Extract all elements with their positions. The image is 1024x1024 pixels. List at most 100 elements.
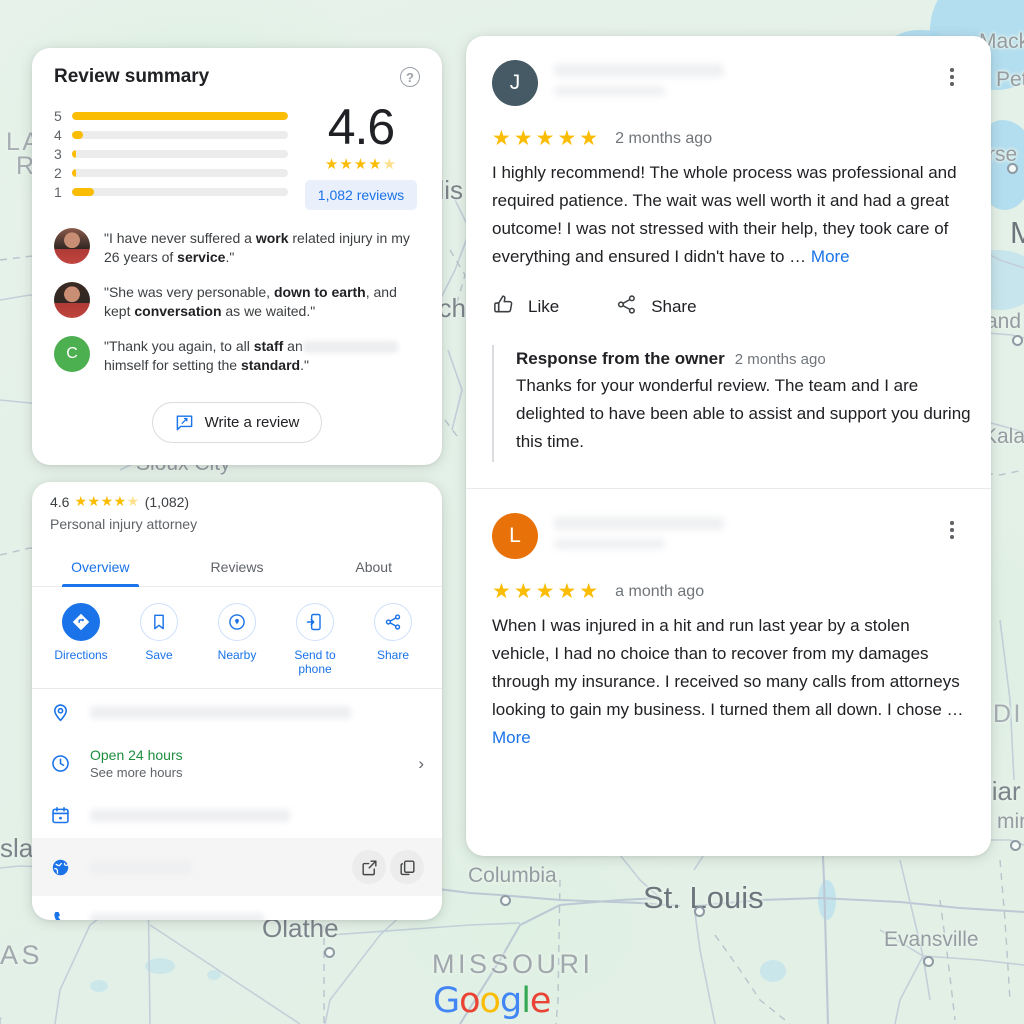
tab-overview[interactable]: Overview <box>32 549 169 587</box>
action-label: Nearby <box>217 648 257 662</box>
info-row-content <box>90 808 424 822</box>
place-category: Personal injury attorney <box>50 516 198 532</box>
owner-response-title: Response from the owner <box>516 349 725 368</box>
rating-bar-track <box>72 187 288 196</box>
rating-bar-fill <box>72 130 83 139</box>
thumbs-up-icon <box>492 293 515 321</box>
chevron-right-icon[interactable]: › <box>418 754 424 774</box>
calendar-icon <box>50 805 72 826</box>
review-action-label: Like <box>528 297 560 316</box>
rating-bar-row: 5 <box>54 106 288 125</box>
phone-row[interactable] <box>32 896 442 920</box>
action-nearby[interactable]: Nearby <box>198 603 276 676</box>
see-more-hours-label[interactable]: See more hours <box>90 765 400 780</box>
action-send-to-phone[interactable]: Send to phone <box>276 603 354 676</box>
review-body: J ★★★★★ 2 months ago I highly recommend! Th… <box>466 36 991 271</box>
redacted-text <box>302 341 398 354</box>
send-to-phone-icon <box>296 603 334 641</box>
write-review-button[interactable]: Write a review <box>151 402 323 443</box>
nearby-icon <box>218 603 256 641</box>
avatar[interactable]: J <box>492 60 538 106</box>
avatar <box>54 282 90 318</box>
owner-response-header: Response from the owner 2 months ago <box>516 349 991 369</box>
row-action-buttons <box>352 850 424 884</box>
overall-score-block: 4.6 ★★★★★ 1,082 reviews <box>302 102 420 210</box>
place-info-card: 4.6 ★★★★★ (1,082) Personal injury attorn… <box>32 482 442 920</box>
review-summary-header: Review summary ? <box>32 48 442 94</box>
tab-about[interactable]: About <box>305 549 442 586</box>
review-snippet[interactable]: "I have never suffered a work related in… <box>54 228 420 267</box>
map-label: M <box>1010 215 1024 250</box>
place-rating-value: 4.6 <box>50 493 70 510</box>
redacted-text <box>554 539 665 549</box>
overall-rating-stars: ★★★★★ <box>324 156 398 173</box>
map-label: Pet <box>996 68 1024 91</box>
rating-bar-row: 1 <box>54 182 288 201</box>
review-timestamp: 2 months ago <box>615 129 713 147</box>
review-snippet[interactable]: C "Thank you again, to all staff an himse… <box>54 336 420 375</box>
reviews-list: J ★★★★★ 2 months ago I highly recommend! Th… <box>466 36 991 752</box>
review-timestamp: a month ago <box>615 582 705 600</box>
rating-bar-label: 1 <box>54 183 62 200</box>
action-label: Save <box>145 648 173 662</box>
action-label: Share <box>376 648 410 662</box>
write-review-icon <box>176 415 192 431</box>
place-rating-stars: ★★★★★ <box>74 493 140 509</box>
rating-bar-track <box>72 130 288 139</box>
rating-bar-fill <box>72 111 288 120</box>
review-more-link[interactable]: More <box>811 247 850 266</box>
map-city-dot <box>324 947 335 958</box>
action-share[interactable]: Share <box>354 603 432 676</box>
help-icon[interactable]: ? <box>400 67 420 87</box>
rating-bar-fill <box>72 187 94 196</box>
map-label: and <box>986 310 1022 333</box>
globe-icon <box>50 857 72 878</box>
avatar[interactable]: L <box>492 513 538 559</box>
info-row-content <box>90 912 424 920</box>
review-more-link[interactable]: More <box>492 728 531 747</box>
review-options-button[interactable] <box>939 60 965 86</box>
map-label: DI <box>993 700 1023 728</box>
map-label: min <box>997 810 1024 833</box>
page-title: Review summary <box>54 66 210 87</box>
reviews-count-link[interactable]: 1,082 reviews <box>304 180 418 210</box>
appointments-row[interactable] <box>32 792 442 838</box>
directions-icon <box>62 603 100 641</box>
copy-website-button[interactable] <box>390 850 424 884</box>
share-icon <box>615 293 638 321</box>
tab-reviews[interactable]: Reviews <box>169 549 306 586</box>
review-snippet[interactable]: "She was very personable, down to earth,… <box>54 282 420 321</box>
review-snippet-text: "Thank you again, to all staff an himsel… <box>104 336 420 375</box>
action-label: Directions <box>54 648 108 662</box>
review-rating-row: ★★★★★ a month ago <box>492 579 965 604</box>
website-row[interactable] <box>32 838 442 896</box>
reviews-panel: J ★★★★★ 2 months ago I highly recommend! Th… <box>466 36 991 856</box>
rating-bar-label: 5 <box>54 107 62 124</box>
owner-response: Response from the owner 2 months ago Thank… <box>492 345 991 462</box>
review-like-button[interactable]: Like <box>492 293 559 321</box>
review-rating-row: ★★★★★ 2 months ago <box>492 126 965 151</box>
review-share-button[interactable]: Share <box>615 293 697 321</box>
info-row-content <box>90 860 334 874</box>
hours-row[interactable]: Open 24 hours See more hours › <box>32 735 442 792</box>
action-directions[interactable]: Directions <box>42 603 120 676</box>
review-snippet-text: "I have never suffered a work related in… <box>104 230 410 265</box>
review-action-label: Share <box>651 297 697 316</box>
rating-bar-label: 4 <box>54 126 62 143</box>
review-snippets-list: "I have never suffered a work related in… <box>32 214 442 396</box>
open-website-button[interactable] <box>352 850 386 884</box>
place-tabs: Overview Reviews About <box>32 549 442 587</box>
map-label: MISSOURI <box>432 949 594 979</box>
owner-response-text: Thanks for your wonderful review. The te… <box>516 376 971 451</box>
review-item: L ★★★★★ a month ago When I was injured in a… <box>466 489 991 752</box>
rating-bar-fill <box>72 168 76 177</box>
address-row[interactable] <box>32 689 442 735</box>
action-save[interactable]: Save <box>120 603 198 676</box>
map-city-dot <box>1012 335 1023 346</box>
reviewer-name <box>554 513 923 549</box>
review-text: I highly recommend! The whole process wa… <box>492 163 957 266</box>
location-pin-icon <box>50 702 72 723</box>
review-text: When I was injured in a hit and run last… <box>492 616 964 747</box>
owner-response-timestamp: 2 months ago <box>734 351 826 368</box>
review-options-button[interactable] <box>939 513 965 539</box>
